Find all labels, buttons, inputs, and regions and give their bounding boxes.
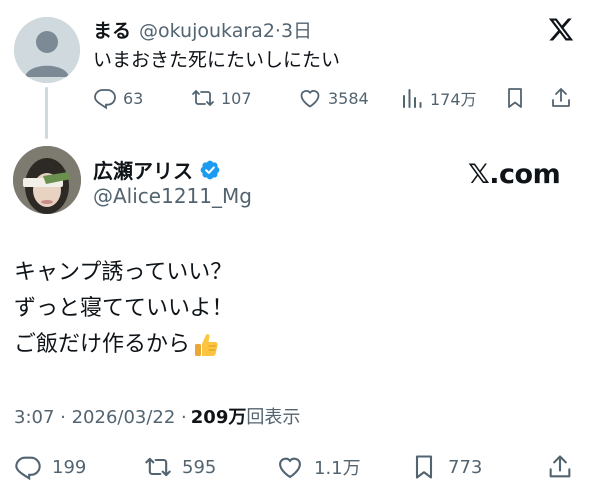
like-count: 3584 <box>328 88 369 108</box>
main-reply-button[interactable]: 199 <box>14 450 86 484</box>
profile-photo <box>13 146 81 214</box>
main-like-button[interactable]: 1.1万 <box>276 450 361 484</box>
tweet-views-label: 回表示 <box>246 407 301 428</box>
main-repost-count: 595 <box>182 456 217 478</box>
like-icon <box>279 457 301 479</box>
reply-icon <box>15 456 41 481</box>
tweet-body: キャンプ誘っていい？ ずっと寝てていいよ！ ご飯だけ作るから <box>14 255 234 363</box>
main-author-name[interactable]: 広瀬アリス <box>93 155 193 184</box>
reply-author-name[interactable]: まる <box>93 16 131 43</box>
main-action-bar: 199 595 1.1万 773 <box>14 450 584 484</box>
tweet-timestamp[interactable]: 3:07 · 2026/03/22 · <box>14 407 187 428</box>
views-icon <box>403 89 422 108</box>
main-share-button[interactable] <box>546 450 574 484</box>
views-count: 174万 <box>430 90 477 109</box>
reply-repost-button[interactable]: 107 <box>191 84 252 112</box>
main-reply-count: 199 <box>52 456 87 478</box>
reply-like-button[interactable]: 3584 <box>298 84 369 112</box>
bookmark-icon <box>415 455 433 479</box>
reply-header: まる @okujoukara2 · 3日 <box>93 16 312 42</box>
reply-bookmark-button[interactable] <box>503 84 527 112</box>
reply-action-bar: 63 107 3584 174万 <box>93 84 583 112</box>
share-icon <box>552 88 570 107</box>
reply-author-handle[interactable]: @okujoukara2 <box>139 20 275 42</box>
reply-count: 63 <box>123 88 144 108</box>
reply-timestamp[interactable]: 3日 <box>281 16 312 43</box>
reply-text: いまおきた死にたいしにたい <box>93 49 341 71</box>
tweet-line-last: ご飯だけ作るから <box>14 327 234 363</box>
like-icon <box>300 90 320 108</box>
repost-icon <box>192 90 214 106</box>
main-bookmark-count: 773 <box>448 456 483 478</box>
tweet-views-count: 209万 <box>190 407 247 428</box>
reply-reply-button[interactable]: 63 <box>93 84 143 112</box>
reply-share-button[interactable] <box>549 84 573 112</box>
main-like-count: 1.1万 <box>314 458 361 479</box>
tweet-line: キャンプ誘っていい？ <box>14 260 233 285</box>
repost-count: 107 <box>221 88 252 108</box>
default-avatar-icon <box>14 17 80 83</box>
x-logo-icon[interactable] <box>546 16 576 43</box>
xcom-watermark: 𝕏.com <box>468 159 561 190</box>
reply-avatar[interactable] <box>14 17 80 83</box>
thumbs-up-emoji <box>195 334 218 356</box>
share-icon <box>549 455 571 478</box>
reply-icon <box>94 89 116 110</box>
verified-badge-icon <box>200 160 220 179</box>
main-author-row: 広瀬アリス <box>93 155 221 184</box>
main-bookmark-button[interactable]: 773 <box>410 450 482 484</box>
repost-icon <box>145 457 171 477</box>
main-repost-button[interactable]: 595 <box>144 450 216 484</box>
main-avatar[interactable] <box>13 146 81 214</box>
thread-line <box>45 87 48 139</box>
tweet-line-text: ご飯だけ作るから <box>14 332 191 357</box>
bookmark-icon <box>508 88 522 108</box>
tweet-line: ずっと寝てていいよ！ <box>14 296 234 321</box>
reply-views-button[interactable]: 174万 <box>400 84 477 112</box>
main-author-handle[interactable]: @Alice1211_Mg <box>93 184 252 208</box>
tweet-meta: 3:07 · 2026/03/22 · 209万 回表示 <box>14 403 300 429</box>
